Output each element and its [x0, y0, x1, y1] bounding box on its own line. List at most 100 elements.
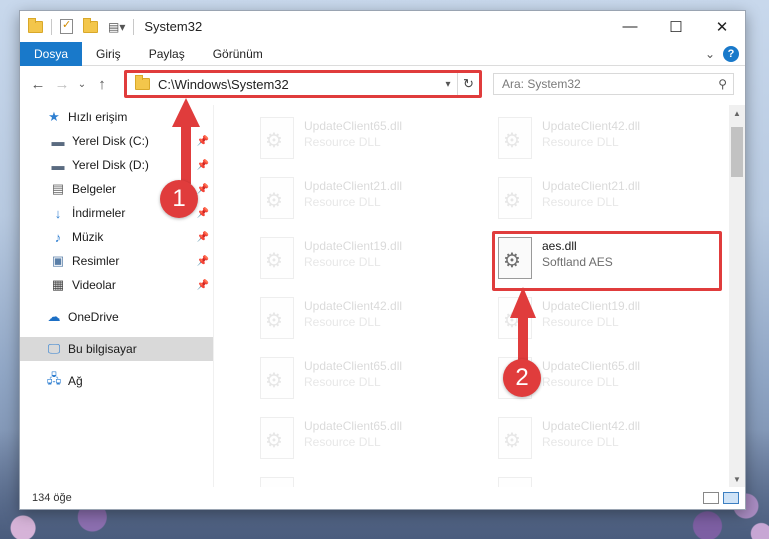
file-type: Resource DLL [542, 315, 619, 329]
title-bar: ▤▾ System32 — ☐ ✕ [20, 11, 745, 42]
pin-icon[interactable]: 📌 [197, 280, 209, 291]
file-item[interactable]: UpdateClient42.dll Resource DLL [498, 117, 728, 169]
dll-file-icon [260, 117, 294, 159]
file-item[interactable]: UpdateClient65.dll Resource DLL [260, 117, 490, 169]
sidebar-item-videos[interactable]: ▦ Videolar 📌 [20, 273, 213, 297]
file-type: Resource DLL [304, 195, 381, 209]
file-explorer-window: ▤▾ System32 — ☐ ✕ Dosya Giriş Paylaş Gör… [19, 10, 746, 510]
file-item[interactable]: UpdateClient65.dll Resource DLL [260, 417, 490, 469]
dll-file-icon [260, 237, 294, 279]
customize-toolbar-icon[interactable]: ▤▾ [108, 20, 125, 34]
up-button[interactable]: ↑ [90, 76, 114, 93]
file-name: UpdateClient21.dll [542, 179, 641, 193]
folder-icon [28, 17, 43, 33]
file-name: UpdateClient42.dll [542, 419, 641, 433]
maximize-button[interactable]: ☐ [653, 11, 699, 42]
file-item[interactable]: UpdateClient21.dll Resource DLL [260, 177, 490, 229]
drive-icon: ▬ [51, 133, 65, 149]
file-item[interactable]: UpdateClient42.dll Resource DLL [498, 417, 728, 469]
file-item[interactable]: UpdateClient42.dll Resource DLL [260, 297, 490, 349]
recent-locations-button[interactable]: ⌄ [74, 79, 90, 90]
item-count: 134 öğe [32, 492, 72, 504]
network-icon: 🖧 [46, 371, 62, 386]
sidebar-item-label: Videolar [72, 278, 116, 292]
sidebar-item-label: İndirmeler [72, 206, 126, 220]
close-button[interactable]: ✕ [699, 11, 745, 42]
search-icon[interactable]: ⚲ [718, 77, 727, 91]
minimize-button[interactable]: — [607, 11, 653, 42]
computer-icon: 🖵 [47, 341, 61, 356]
file-type: Resource DLL [542, 435, 619, 449]
file-name: UpdateClient65.dll [542, 359, 641, 373]
tab-dosya[interactable]: Dosya [20, 41, 83, 66]
tab-paylas[interactable]: Paylaş [135, 42, 199, 66]
quick-access-toolbar: ▤▾ [20, 17, 138, 35]
file-item[interactable]: UpdateClient21.dll Resource DLL [498, 177, 728, 229]
sidebar-item-onedrive[interactable]: ☁ OneDrive [20, 305, 213, 329]
sidebar-item-label: Yerel Disk (C:) [72, 134, 149, 148]
step-2-badge: 2 [503, 359, 541, 397]
pin-icon[interactable]: 📌 [197, 136, 209, 147]
file-item[interactable]: UpdateClient19.dll Resource DLL [260, 237, 490, 289]
file-item[interactable]: UpdateClient65.dll Resource DLL [260, 357, 490, 409]
vertical-scrollbar[interactable]: ▲ ▼ [729, 105, 745, 487]
navigation-bar: ← → ⌄ ↑ C:\Windows\System32 ▾ ↻ Ara: Sys… [20, 67, 745, 101]
sidebar-item-quick-access[interactable]: ★ Hızlı erişim [20, 105, 213, 129]
tab-gorunum[interactable]: Görünüm [199, 42, 277, 66]
new-folder-icon[interactable] [83, 17, 98, 33]
sidebar-item-label: Bu bilgisayar [68, 342, 137, 356]
dll-file-icon [260, 417, 294, 459]
file-item[interactable]: UpdateClient19.dll Resource DLL [498, 297, 728, 349]
dll-file-icon [498, 477, 532, 487]
scroll-thumb[interactable] [731, 127, 743, 177]
pin-icon[interactable]: 📌 [197, 256, 209, 267]
search-input[interactable]: Ara: System32 ⚲ [493, 73, 734, 95]
drive-icon: ▬ [51, 157, 65, 173]
toolbar-divider [51, 18, 52, 35]
scroll-up-icon[interactable]: ▲ [729, 105, 745, 121]
dll-file-icon [260, 177, 294, 219]
properties-icon[interactable] [60, 18, 73, 34]
pin-icon[interactable]: 📌 [197, 208, 209, 219]
tiles-view-icon[interactable] [723, 492, 739, 504]
file-name: UpdateClient19.dll [542, 299, 641, 313]
file-item[interactable] [498, 477, 728, 487]
back-button[interactable]: ← [26, 76, 50, 93]
status-bar: 134 öğe [20, 487, 745, 509]
pictures-icon: ▣ [51, 253, 65, 268]
dll-file-icon [260, 477, 294, 487]
help-icon[interactable]: ? [723, 45, 739, 62]
file-name: UpdateClient21.dll [304, 179, 403, 193]
sidebar-item-disk-d[interactable]: ▬ Yerel Disk (D:) 📌 [20, 153, 213, 177]
file-type: Resource DLL [542, 195, 619, 209]
expand-ribbon-icon[interactable]: ⌄ [705, 47, 715, 61]
pin-icon[interactable]: 📌 [197, 160, 209, 171]
file-type: Resource DLL [304, 135, 381, 149]
dll-file-icon [260, 297, 294, 339]
address-path[interactable]: C:\Windows\System32 [158, 77, 289, 92]
pin-icon[interactable]: 📌 [197, 184, 209, 195]
ribbon-tabs: Dosya Giriş Paylaş Görünüm ⌄ ? [20, 41, 745, 66]
address-bar[interactable]: C:\Windows\System32 ▾ ↻ [126, 72, 480, 96]
step-1-badge: 1 [160, 180, 198, 218]
sidebar-item-pictures[interactable]: ▣ Resimler 📌 [20, 249, 213, 273]
refresh-icon[interactable]: ↻ [457, 73, 479, 95]
file-item[interactable] [260, 477, 490, 487]
details-view-icon[interactable] [703, 492, 719, 504]
tab-giris[interactable]: Giriş [82, 42, 135, 66]
sidebar-item-music[interactable]: ♪ Müzik 📌 [20, 225, 213, 249]
sidebar-item-label: Belgeler [72, 182, 117, 196]
dll-file-icon [498, 177, 532, 219]
videos-icon: ▦ [51, 277, 65, 292]
file-type: Resource DLL [304, 435, 381, 449]
window-controls: — ☐ ✕ [607, 11, 745, 42]
sidebar-item-disk-c[interactable]: ▬ Yerel Disk (C:) 📌 [20, 129, 213, 153]
sidebar-item-label: Yerel Disk (D:) [72, 158, 149, 172]
scroll-down-icon[interactable]: ▼ [729, 471, 745, 487]
sidebar-item-this-pc[interactable]: 🖵 Bu bilgisayar [20, 337, 213, 361]
chevron-down-icon[interactable]: ▾ [439, 79, 457, 90]
folder-icon [135, 75, 150, 90]
forward-button[interactable]: → [50, 76, 74, 93]
sidebar-item-network[interactable]: 🖧 Ağ [20, 369, 213, 393]
pin-icon[interactable]: 📌 [197, 232, 209, 243]
